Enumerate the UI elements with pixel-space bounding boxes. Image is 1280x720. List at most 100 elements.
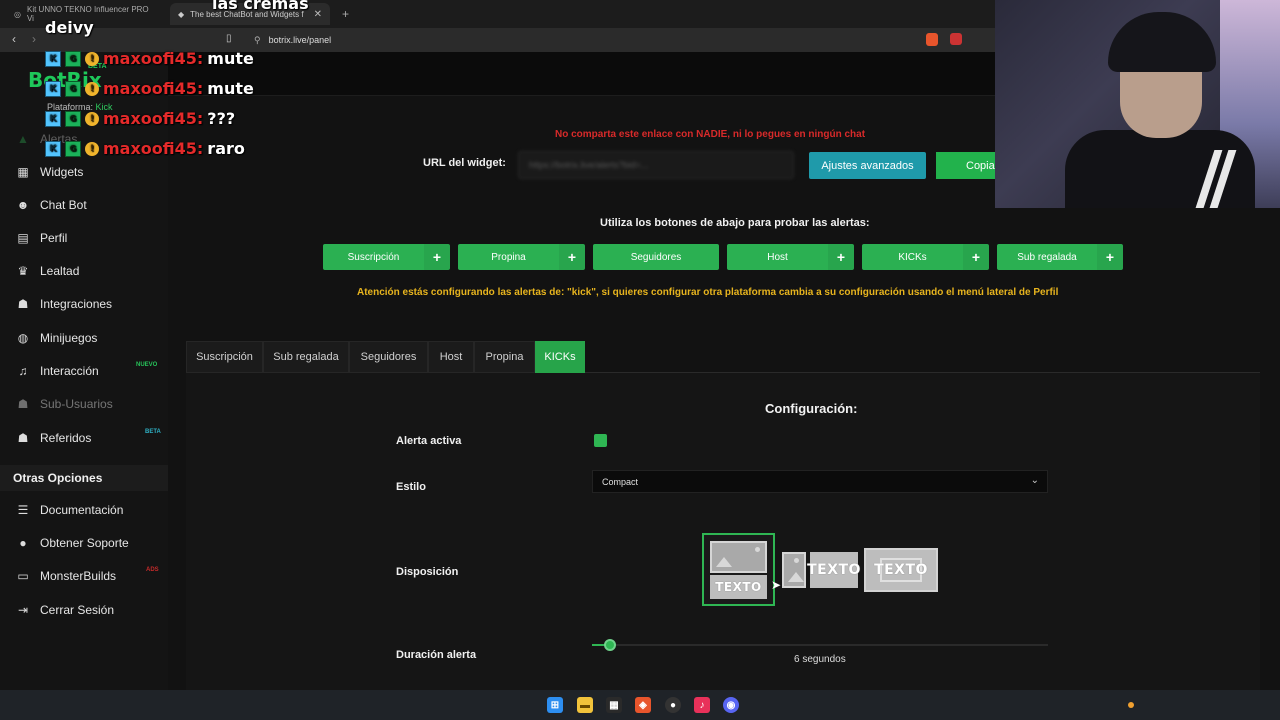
rewards-icon[interactable] bbox=[950, 33, 962, 45]
sidebar-item-monsterbuilds[interactable]: ▭ MonsterBuilds bbox=[16, 566, 116, 586]
test-kicks-button[interactable]: KICKs + bbox=[862, 244, 989, 270]
obs-icon[interactable]: ● bbox=[665, 697, 681, 713]
gift-badge-icon: ! bbox=[85, 141, 99, 156]
sidebar-item-documentacion[interactable]: ☰ Documentación bbox=[16, 500, 124, 520]
layout-option-overlay[interactable]: TEXTO bbox=[864, 548, 938, 592]
support-icon: ● bbox=[19, 536, 27, 550]
sidebar-item-label: Cerrar Sesión bbox=[40, 603, 115, 617]
tiktok-icon[interactable]: ♪ bbox=[694, 697, 710, 713]
close-tab-icon[interactable]: ✕ bbox=[314, 9, 322, 20]
store-icon[interactable]: ▦ bbox=[606, 697, 622, 713]
tab-kicks[interactable]: KICKs bbox=[535, 341, 585, 373]
plus-icon: + bbox=[559, 244, 585, 270]
layout-text-block: TEXTO bbox=[710, 575, 767, 599]
sidebar-item-obtener-soporte[interactable]: ● Obtener Soporte bbox=[16, 533, 128, 553]
button-label: Host bbox=[767, 251, 788, 263]
chat-message: raro bbox=[207, 139, 245, 158]
sidebar-item-label: Documentación bbox=[40, 503, 124, 517]
share-warning: No comparta este enlace con NADIE, ni lo… bbox=[555, 129, 866, 140]
sidebar-item-label: Referidos bbox=[40, 431, 92, 445]
layout-text: TEXTO bbox=[715, 580, 762, 594]
test-suscripcion-button[interactable]: Suscripción + bbox=[323, 244, 450, 270]
duration-label: Duración alerta bbox=[396, 649, 477, 661]
mouse-cursor-icon: ➤ bbox=[771, 578, 782, 592]
chat-line: K G ! maxoofi45: mute bbox=[45, 79, 254, 98]
kick-badge-icon: K bbox=[45, 140, 61, 157]
copy-button[interactable]: Copia bbox=[936, 152, 996, 179]
gift-badge-icon: ! bbox=[85, 81, 99, 96]
plus-icon: + bbox=[1097, 244, 1123, 270]
alert-active-label: Alerta activa bbox=[396, 435, 462, 447]
robot-icon: ☻ bbox=[16, 198, 30, 212]
sub-badge-icon: G bbox=[65, 50, 81, 67]
sidebar-item-interaccion[interactable]: ♫ Interacción bbox=[16, 361, 99, 381]
chat-line: las cremas bbox=[212, 0, 309, 13]
discord-icon[interactable]: ◉ bbox=[723, 697, 739, 713]
widget-url-field[interactable]: https://botrix.live/alerts?bid=... bbox=[518, 151, 794, 179]
test-instruction: Utiliza los botones de abajo para probar… bbox=[600, 217, 870, 229]
ads-badge: ADS bbox=[146, 567, 159, 573]
sidebar-item-cerrar-sesion[interactable]: ⇥ Cerrar Sesión bbox=[16, 600, 114, 620]
gamepad-icon: ◍ bbox=[17, 331, 29, 345]
sub-badge-icon: G bbox=[65, 80, 81, 97]
style-label: Estilo bbox=[396, 481, 426, 493]
gift-badge-icon: ! bbox=[85, 51, 99, 66]
config-title: Configuración: bbox=[765, 401, 858, 416]
advanced-settings-button[interactable]: Ajustes avanzados bbox=[809, 152, 926, 179]
brave-browser-icon[interactable]: ◈ bbox=[635, 697, 651, 713]
list-icon: ☰ bbox=[17, 503, 29, 517]
file-explorer-icon[interactable]: ▬ bbox=[577, 697, 593, 713]
test-propina-button[interactable]: Propina + bbox=[458, 244, 585, 270]
new-tab-button[interactable]: + bbox=[334, 3, 354, 25]
sidebar-item-label: Widgets bbox=[40, 165, 84, 179]
sidebar-item-integraciones[interactable]: ☗ Integraciones bbox=[16, 294, 112, 314]
back-icon[interactable]: ‹ bbox=[12, 32, 16, 46]
layout-text: TEXTO bbox=[874, 562, 928, 578]
sidebar-item-perfil[interactable]: ▤ Perfil bbox=[16, 228, 67, 248]
chat-line: deivy bbox=[45, 18, 94, 37]
chat-message: las cremas bbox=[212, 0, 309, 13]
brave-shield-icon[interactable] bbox=[926, 33, 938, 46]
layout-option-inline[interactable]: TEXTO bbox=[782, 552, 860, 588]
duration-value: 6 segundos bbox=[794, 654, 846, 665]
tab-suscripcion[interactable]: Suscripción bbox=[186, 341, 263, 373]
sidebar-item-lealtad[interactable]: ♛ Lealtad bbox=[16, 261, 80, 281]
users-icon: ☗ bbox=[17, 431, 29, 445]
warning-icon: ▲ bbox=[17, 132, 29, 146]
chat-message: mute bbox=[207, 79, 254, 98]
tab-sub-regalada[interactable]: Sub regalada bbox=[263, 341, 349, 373]
platform-attention-note: Atención estás configurando las alertas … bbox=[357, 287, 1059, 298]
layout-option-stacked[interactable]: TEXTO bbox=[702, 533, 775, 606]
sidebar-item-chat-bot[interactable]: ☻ Chat Bot bbox=[16, 195, 87, 215]
url-field[interactable]: ⚲ botrix.live/panel bbox=[248, 31, 928, 49]
sidebar-item-referidos[interactable]: ☗ Referidos bbox=[16, 428, 92, 448]
kick-badge-icon: K bbox=[45, 80, 61, 97]
duration-slider-track[interactable] bbox=[592, 644, 1048, 646]
grid-icon: ▦ bbox=[17, 165, 29, 179]
image-icon bbox=[710, 541, 767, 573]
bookmark-icon[interactable]: ▯ bbox=[226, 33, 232, 44]
button-label: Suscripción bbox=[347, 251, 400, 263]
tab-seguidores[interactable]: Seguidores bbox=[349, 341, 428, 373]
chat-username: maxoofi45: bbox=[103, 49, 204, 68]
sidebar-item-label: Chat Bot bbox=[40, 198, 87, 212]
sidebar-item-sub-usuarios[interactable]: ☗ Sub-Usuarios bbox=[16, 394, 113, 414]
alert-type-tabs: Suscripción Sub regalada Seguidores Host… bbox=[186, 341, 1260, 373]
test-host-button[interactable]: Host + bbox=[727, 244, 854, 270]
tab-propina[interactable]: Propina bbox=[474, 341, 535, 373]
forward-icon[interactable]: › bbox=[32, 32, 36, 46]
webcam-feed bbox=[995, 0, 1280, 208]
sidebar-item-widgets[interactable]: ▦ Widgets bbox=[16, 162, 83, 182]
plus-icon: + bbox=[424, 244, 450, 270]
chat-message: mute bbox=[207, 49, 254, 68]
sidebar-item-minijuegos[interactable]: ◍ Minijuegos bbox=[16, 328, 98, 348]
tab-host[interactable]: Host bbox=[428, 341, 474, 373]
test-sub-regalada-button[interactable]: Sub regalada + bbox=[997, 244, 1123, 270]
alert-active-checkbox[interactable] bbox=[594, 434, 607, 447]
test-seguidores-button[interactable]: Seguidores bbox=[593, 244, 719, 270]
style-select[interactable]: Compact ⌄ bbox=[592, 470, 1048, 493]
laptop-icon: ▭ bbox=[17, 569, 29, 583]
windows-start-icon[interactable]: ⊞ bbox=[547, 697, 563, 713]
windows-taskbar: ⊞ ▬ ▦ ◈ ● ♪ ◉ bbox=[0, 690, 1280, 720]
button-label: Seguidores bbox=[630, 251, 682, 263]
